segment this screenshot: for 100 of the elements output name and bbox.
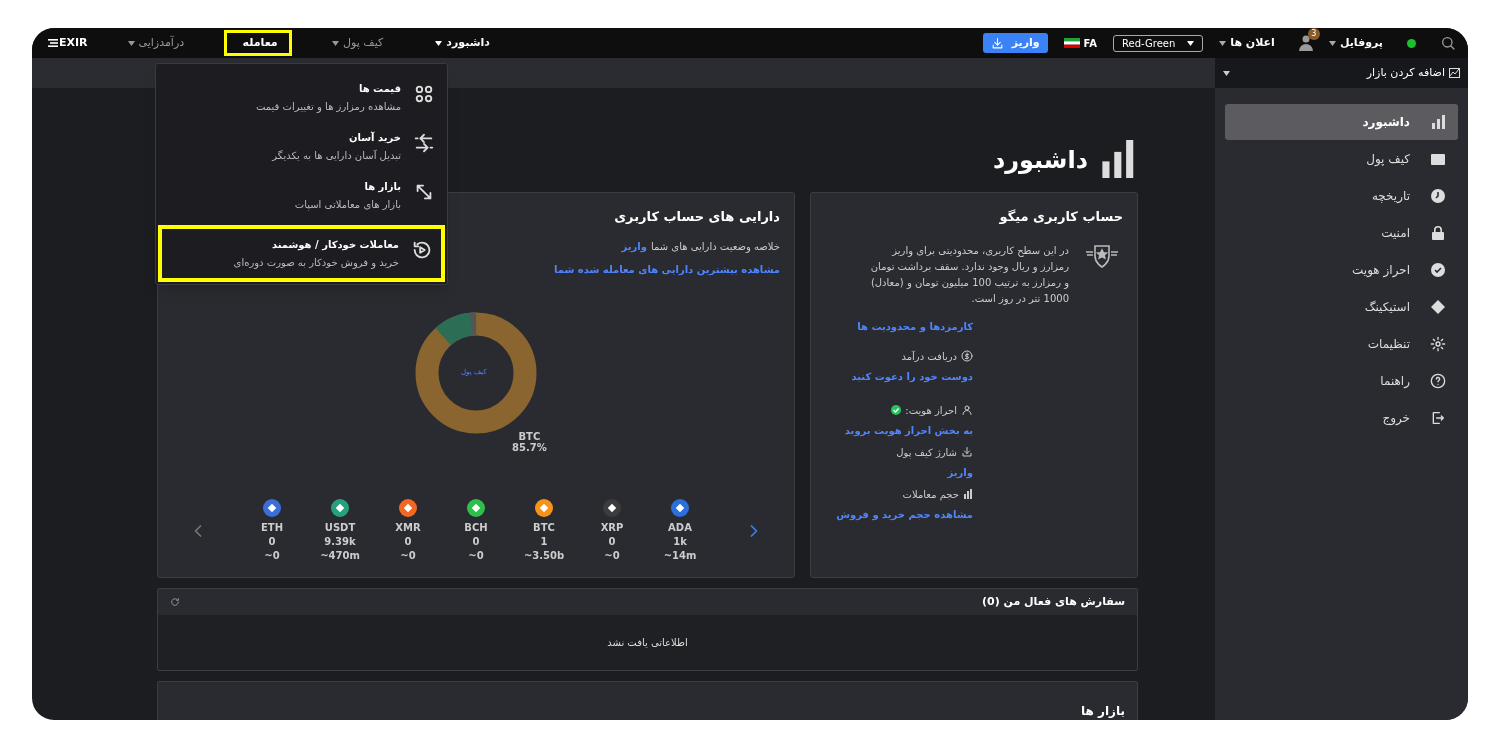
coin-symbol: XMR bbox=[395, 521, 421, 535]
menu-item-title: قیمت ها bbox=[358, 82, 401, 96]
menu-item-title: بازار ها bbox=[364, 180, 401, 194]
user-icon[interactable] bbox=[1298, 35, 1313, 51]
nav-menu-item[interactable]: داشبورد bbox=[423, 30, 502, 56]
language-select[interactable]: FA bbox=[1063, 35, 1097, 51]
chart-percent: 85.7% bbox=[512, 441, 547, 453]
page-title: داشبورد bbox=[992, 145, 1088, 176]
coin-value: ~0 bbox=[400, 549, 416, 563]
nav-menu-item[interactable]: معامله bbox=[224, 30, 293, 56]
bar-chart-icon bbox=[1430, 114, 1446, 130]
panel-title: بازار ها bbox=[1081, 704, 1125, 718]
menu-item-title: معاملات خودکار / هوشمند bbox=[271, 238, 399, 252]
deposit-link[interactable]: واریز bbox=[621, 238, 647, 254]
top-assets-link[interactable]: مشاهده بیشترین دارایی های معامله شده شما bbox=[554, 261, 780, 277]
caret-icon bbox=[1328, 40, 1336, 46]
settings-icon bbox=[1430, 336, 1446, 352]
coin-symbol: ADA bbox=[668, 521, 692, 535]
fees-link[interactable]: کارمزدها و محدودیت ها bbox=[857, 318, 973, 334]
sidebar-item[interactable]: احراز هویت bbox=[1225, 252, 1458, 288]
coin-value: ~470m bbox=[320, 549, 360, 563]
dollar-coin-icon bbox=[961, 350, 973, 362]
shield-star-icon bbox=[1085, 242, 1119, 271]
clock-icon bbox=[1430, 188, 1446, 204]
row-link[interactable]: مشاهده حجم خرید و فروش bbox=[836, 506, 973, 522]
caret-icon bbox=[332, 40, 340, 46]
user-icon bbox=[961, 404, 973, 416]
row-link[interactable]: دوست خود را دعوت کنید bbox=[851, 368, 973, 384]
search-icon bbox=[1440, 35, 1456, 51]
logo-text: EXIR bbox=[59, 34, 88, 51]
dropdown-menu-item[interactable]: خرید آسان تبدیل آسان دارایی ها به یکدیگر bbox=[156, 125, 447, 168]
deposit-button[interactable]: واریز bbox=[982, 33, 1048, 53]
sidebar-item[interactable]: تاریخچه bbox=[1225, 178, 1458, 214]
logo-icon bbox=[48, 39, 58, 47]
menu-item-description: خرید و فروش خودکار به صورت دوره‌ای bbox=[233, 256, 399, 270]
sidebar-item[interactable]: خروج bbox=[1225, 400, 1458, 436]
row-link[interactable]: به بخش احراز هویت بروید bbox=[844, 422, 973, 438]
coin-symbol: BTC bbox=[533, 521, 555, 535]
coin-value: ~0 bbox=[264, 549, 280, 563]
coin-amount: 1 bbox=[540, 535, 548, 549]
staking-icon bbox=[1430, 299, 1446, 315]
sidebar-item[interactable]: کیف پول bbox=[1225, 141, 1458, 177]
nav-menu-item[interactable]: کیف پول bbox=[320, 30, 396, 56]
menu-item-description: بازار های معاملاتی اسپات bbox=[294, 198, 401, 212]
dropdown-menu-item[interactable]: معاملات خودکار / هوشمند خرید و فروش خودکار به صورت دوره‌ای bbox=[158, 225, 445, 282]
notifications-menu[interactable]: اعلان ها bbox=[1219, 34, 1275, 52]
card-title: دارایی های حساب کاربری bbox=[613, 208, 780, 226]
theme-select[interactable]: Red-Green bbox=[1113, 34, 1204, 52]
sidebar-item[interactable]: استیکینگ bbox=[1225, 289, 1458, 325]
lock-icon bbox=[1430, 225, 1446, 241]
coin-amount: 9.39k bbox=[324, 535, 356, 549]
coin-symbol: BCH bbox=[464, 521, 488, 535]
replay-icon bbox=[411, 239, 433, 261]
coin-symbol: USDT bbox=[324, 521, 356, 535]
panel-title: سفارش های فعال من (0) bbox=[981, 593, 1125, 610]
chart-label: BTC bbox=[518, 430, 541, 442]
coin-symbol: ETH bbox=[261, 521, 283, 535]
download-icon bbox=[961, 446, 973, 458]
menu-item-description: مشاهده رمزارز ها و تغییرات قیمت bbox=[255, 100, 401, 114]
flag-icon bbox=[1063, 38, 1080, 48]
coin-amount: 0 bbox=[472, 535, 480, 549]
assets-summary: خلاصه وضعیت دارایی های شما bbox=[651, 239, 780, 254]
row-label: دریافت درآمد bbox=[901, 349, 957, 364]
coin-value: ~3.50b bbox=[523, 549, 565, 563]
nav-menu-item[interactable]: درآمدزایی bbox=[115, 30, 197, 56]
coin-value: ~14m bbox=[663, 549, 697, 563]
coin-amount: 0 bbox=[404, 535, 412, 549]
sidebar-item[interactable]: تنظیمات bbox=[1225, 326, 1458, 362]
notification-badge: 3 bbox=[1307, 28, 1320, 40]
card-title: حساب کاربری میگو bbox=[998, 208, 1123, 226]
sidebar-item[interactable]: داشبورد bbox=[1225, 104, 1458, 140]
sidebar-item[interactable]: امنیت bbox=[1225, 215, 1458, 251]
empty-message: اطلاعاتی یافت نشد bbox=[607, 636, 688, 650]
menu-item-description: تبدیل آسان دارایی ها به یکدیگر bbox=[272, 148, 401, 163]
row-link[interactable]: واریز bbox=[947, 464, 973, 480]
check-badge-icon bbox=[1430, 262, 1446, 278]
caret-icon bbox=[1219, 40, 1227, 46]
bar-chart-icon bbox=[963, 489, 973, 499]
dropdown-menu-item[interactable]: بازار ها بازار های معاملاتی اسپات bbox=[156, 174, 447, 217]
row-label: شارژ کیف پول bbox=[896, 445, 957, 460]
coin-symbol: XRP bbox=[600, 521, 624, 535]
chart-icon bbox=[1449, 68, 1460, 78]
profile-menu[interactable]: پروفایل bbox=[1328, 34, 1383, 52]
grid-icon bbox=[413, 83, 435, 105]
coin-amount: 0 bbox=[608, 535, 616, 549]
download-icon bbox=[990, 36, 1004, 50]
sidebar-item[interactable]: راهنما bbox=[1225, 363, 1458, 399]
menu-item-title: خرید آسان bbox=[349, 130, 401, 145]
coin-value: ~0 bbox=[604, 549, 620, 563]
caret-icon bbox=[127, 40, 135, 46]
help-icon bbox=[1430, 373, 1446, 389]
row-label: حجم معاملات bbox=[902, 487, 959, 502]
coin-amount: 0 bbox=[268, 535, 276, 549]
coin-amount: 1k bbox=[673, 535, 687, 549]
dropdown-menu-item[interactable]: قیمت ها مشاهده رمزارز ها و تغییرات قیمت bbox=[156, 76, 447, 119]
caret-icon bbox=[435, 40, 443, 46]
wallet-icon bbox=[1430, 151, 1446, 167]
logout-icon bbox=[1430, 410, 1446, 426]
refresh-icon bbox=[170, 597, 180, 607]
row-label: احراز هویت: bbox=[905, 403, 957, 418]
